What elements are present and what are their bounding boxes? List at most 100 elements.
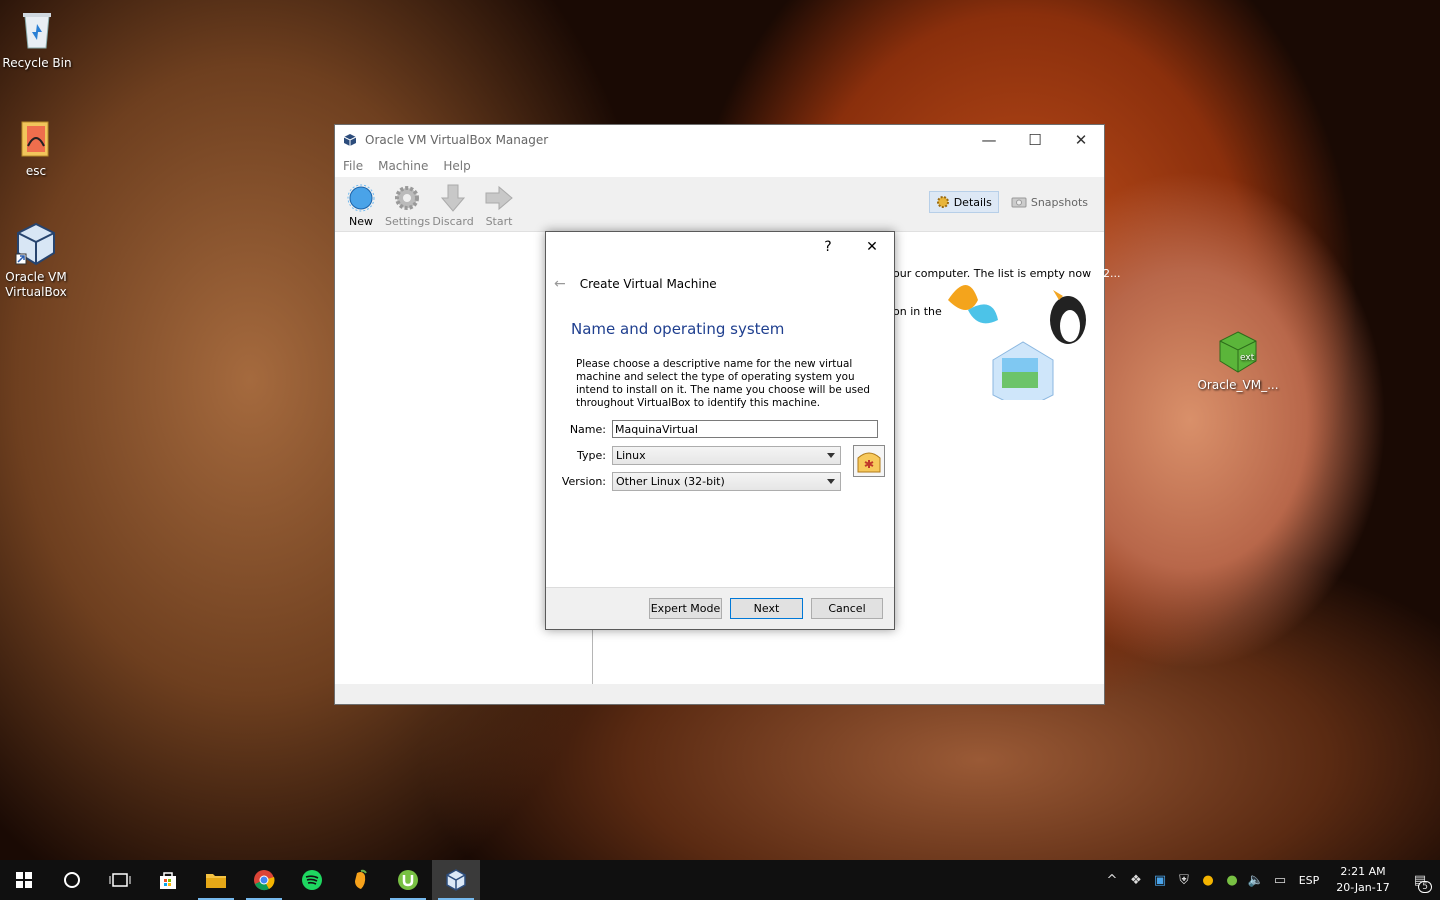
page-subtitle: Name and operating system xyxy=(571,320,785,338)
create-vm-dialog: ? ✕ ← Create Virtual Machine Name and op… xyxy=(545,231,895,630)
spotify-icon xyxy=(302,870,322,890)
name-row: Name: xyxy=(546,420,878,438)
task-view-button[interactable] xyxy=(96,860,144,900)
cancel-button[interactable]: Cancel xyxy=(811,598,883,619)
dialog-footer: Expert Mode Next Cancel xyxy=(546,587,894,629)
virtualbox-cube-icon xyxy=(446,869,466,891)
type-row: Type: Linux xyxy=(546,446,841,465)
close-button[interactable]: ✕ xyxy=(1058,131,1104,149)
fl-studio-icon xyxy=(355,869,367,889)
os-type-icon xyxy=(853,445,885,477)
name-input[interactable] xyxy=(612,420,878,438)
version-select-value: Other Linux (32-bit) xyxy=(616,475,725,488)
utorrent-icon xyxy=(398,870,418,890)
dialog-header: ← Create Virtual Machine xyxy=(554,276,717,292)
manager-toolbar: New Settings Discard Start Details Snaps… xyxy=(335,177,1104,232)
chevron-down-icon xyxy=(827,453,835,458)
windows-logo-icon xyxy=(16,872,32,888)
extension-pack-cube-icon: ext xyxy=(1219,331,1257,373)
task-view-icon xyxy=(109,873,131,887)
dialog-description: Please choose a descriptive name for the… xyxy=(576,358,871,409)
desktop-icon-esc[interactable]: esc xyxy=(0,116,76,179)
recycle-bin-icon xyxy=(23,13,51,49)
shield-icon[interactable]: ⛨ xyxy=(1172,873,1196,888)
fl-studio-button[interactable] xyxy=(336,860,384,900)
system-tray: ^ ❖ ▣ ⛨ ● ● 🔈 ▭ ESP 2:21 AM 20-Jan-17 ▤ 5 xyxy=(1100,860,1440,900)
type-select[interactable]: Linux xyxy=(612,446,841,465)
settings-button[interactable]: Settings xyxy=(385,177,430,228)
camera-icon xyxy=(1011,197,1027,208)
back-arrow-icon[interactable]: ← xyxy=(554,276,566,292)
manager-title: Oracle VM VirtualBox Manager xyxy=(365,133,549,147)
dialog-title: Create Virtual Machine xyxy=(579,277,717,291)
utorrent-tray-icon[interactable]: ● xyxy=(1220,873,1244,888)
down-arrow-icon xyxy=(440,184,466,212)
chevron-down-icon xyxy=(827,479,835,484)
name-label: Name: xyxy=(569,422,606,436)
discard-button[interactable]: Discard xyxy=(431,177,475,228)
language-indicator[interactable]: ESP xyxy=(1292,874,1326,887)
desktop-icon-recycle-bin[interactable]: Recycle Bin xyxy=(0,8,77,71)
version-select[interactable]: Other Linux (32-bit) xyxy=(612,472,841,491)
new-button[interactable]: New xyxy=(339,177,383,228)
dropbox-icon[interactable]: ❖ xyxy=(1124,873,1148,888)
welcome-text-suffix: 2... xyxy=(1103,267,1121,280)
virtualbox-taskbar-button[interactable] xyxy=(432,860,480,900)
next-button[interactable]: Next xyxy=(730,598,803,619)
gear-icon xyxy=(395,186,419,210)
maximize-button[interactable]: ☐ xyxy=(1012,131,1058,149)
dialog-titlebar[interactable]: ? ✕ xyxy=(546,232,894,262)
chrome-tray-icon[interactable]: ● xyxy=(1196,873,1220,888)
taskbar: ^ ❖ ▣ ⛨ ● ● 🔈 ▭ ESP 2:21 AM 20-Jan-17 ▤ 5 xyxy=(0,860,1440,900)
network-app-icon[interactable]: ▣ xyxy=(1148,873,1172,888)
store-button[interactable] xyxy=(144,860,192,900)
dialog-close-button[interactable]: ✕ xyxy=(850,239,894,255)
notification-count-badge: 5 xyxy=(1418,880,1432,893)
minimize-button[interactable]: — xyxy=(966,131,1012,149)
dialog-help-button[interactable]: ? xyxy=(806,239,850,255)
type-select-value: Linux xyxy=(616,449,646,462)
welcome-text-line2: on in the xyxy=(893,305,942,318)
folder-icon xyxy=(206,874,226,888)
store-bag-icon xyxy=(160,872,176,889)
menu-help[interactable]: Help xyxy=(443,159,470,173)
chevron-up-icon[interactable]: ^ xyxy=(1100,873,1124,888)
clock-time: 2:21 AM xyxy=(1340,865,1386,878)
snapshots-tab[interactable]: Snapshots xyxy=(1005,191,1094,213)
menu-bar: File Machine Help xyxy=(335,155,1104,177)
type-label: Type: xyxy=(577,449,606,462)
desktop-icon-extension-pack[interactable]: ext Oracle_VM_... xyxy=(1197,330,1279,393)
virtualbox-welcome-illustration xyxy=(948,285,1086,400)
status-bar xyxy=(335,684,1104,704)
network-icon[interactable]: ▭ xyxy=(1268,873,1292,888)
right-arrow-icon xyxy=(485,185,513,211)
clock[interactable]: 2:21 AM 20-Jan-17 xyxy=(1326,864,1400,896)
manager-titlebar[interactable]: Oracle VM VirtualBox Manager — ☐ ✕ xyxy=(335,125,1104,155)
version-label: Version: xyxy=(561,475,606,488)
utorrent-button[interactable] xyxy=(384,860,432,900)
file-explorer-button[interactable] xyxy=(192,860,240,900)
spotify-button[interactable] xyxy=(288,860,336,900)
new-star-icon xyxy=(347,184,375,212)
cortana-circle-icon xyxy=(64,872,80,888)
clock-date: 20-Jan-17 xyxy=(1336,881,1390,894)
chrome-icon xyxy=(254,870,275,891)
start-menu-button[interactable] xyxy=(0,860,48,900)
linux-os-icon xyxy=(857,452,881,473)
cortana-button[interactable] xyxy=(48,860,96,900)
start-button[interactable]: Start xyxy=(477,177,521,228)
menu-file[interactable]: File xyxy=(343,159,363,173)
virtualbox-app-icon xyxy=(343,134,357,146)
details-tab[interactable]: Details xyxy=(928,191,999,213)
svg-text:ext: ext xyxy=(1240,353,1255,363)
menu-machine[interactable]: Machine xyxy=(378,159,428,173)
volume-icon[interactable]: 🔈 xyxy=(1244,873,1268,888)
action-center-icon[interactable]: ▤ 5 xyxy=(1400,873,1440,893)
details-gear-icon xyxy=(936,196,949,208)
chrome-button[interactable] xyxy=(240,860,288,900)
desktop-icon-virtualbox[interactable]: Oracle VM VirtualBox xyxy=(0,222,76,300)
virtualbox-cube-icon xyxy=(15,222,55,266)
folder-icon xyxy=(21,121,49,157)
expert-mode-button[interactable]: Expert Mode xyxy=(649,598,722,619)
version-row: Version: Other Linux (32-bit) xyxy=(546,472,841,491)
